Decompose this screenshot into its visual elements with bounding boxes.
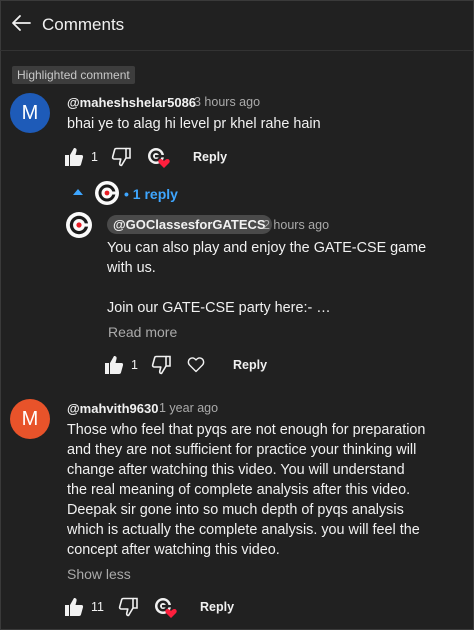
comment-text: Those who feel that pyqs are not enough … [67,422,426,558]
avatar[interactable]: M [10,93,50,133]
creator-handle-pill[interactable]: @GOClassesforGATECS [107,215,272,234]
avatar[interactable] [66,212,92,238]
avatar[interactable]: M [10,399,50,439]
like-count: 11 [91,600,104,614]
page-title: Comments [42,15,125,34]
comment-text: bhai ye to alag hi level pr khel rahe ha… [67,116,321,132]
replies-count-label: 1 reply [132,186,178,202]
reply-text: You can also play and enjoy the GATE-CSE… [107,240,427,316]
reply-time[interactable]: 2 hours ago [263,218,329,232]
bullet-dot: • [124,186,133,202]
highlighted-comment-badge: Highlighted comment [12,66,135,84]
reply-button[interactable]: Reply [200,600,234,614]
back-arrow-icon[interactable] [10,12,32,34]
like-icon[interactable] [64,597,84,617]
creator-avatar-icon [95,181,119,205]
like-icon[interactable] [104,355,124,375]
reply-button[interactable]: Reply [233,358,267,372]
like-count: 1 [91,150,98,164]
dislike-icon[interactable] [151,355,171,375]
comment-time[interactable]: 1 year ago [159,401,218,415]
creator-heart-icon [148,148,170,168]
like-count: 1 [131,358,138,372]
creator-heart-icon [155,598,177,618]
heart-outline-icon[interactable] [187,356,205,373]
dislike-icon[interactable] [111,147,131,167]
avatar-letter: M [21,101,39,124]
comments-header: Comments [0,0,474,50]
header-divider [0,50,474,51]
comment-time[interactable]: 3 hours ago [194,95,260,109]
replies-toggle[interactable]: • 1 reply [124,186,178,202]
like-icon[interactable] [64,147,84,167]
read-more-link[interactable]: Read more [108,324,177,340]
collapse-caret-icon[interactable] [73,188,83,196]
comment-author[interactable]: @mahvith9630 [67,401,158,416]
show-less-link[interactable]: Show less [67,566,131,582]
avatar-letter: M [21,407,39,430]
comment-author[interactable]: @maheshshelar5086 [67,95,196,110]
reply-button[interactable]: Reply [193,150,227,164]
dislike-icon[interactable] [118,597,138,617]
